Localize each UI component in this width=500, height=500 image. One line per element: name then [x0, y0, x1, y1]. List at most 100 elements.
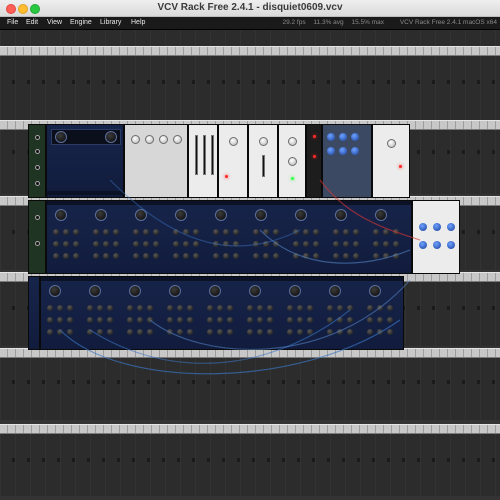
- knob[interactable]: [313, 241, 319, 247]
- knob[interactable]: [329, 285, 341, 297]
- knob[interactable]: [339, 147, 347, 155]
- knob[interactable]: [137, 317, 143, 323]
- jack[interactable]: [35, 241, 40, 246]
- knob[interactable]: [333, 253, 339, 259]
- knob[interactable]: [57, 329, 63, 335]
- knob[interactable]: [263, 253, 269, 259]
- module-white-fader[interactable]: [188, 124, 218, 198]
- knob[interactable]: [153, 241, 159, 247]
- knob[interactable]: [143, 253, 149, 259]
- menu-library[interactable]: Library: [100, 17, 121, 29]
- knob[interactable]: [333, 229, 339, 235]
- knob[interactable]: [303, 253, 309, 259]
- menu-edit[interactable]: Edit: [26, 17, 38, 29]
- knob[interactable]: [53, 241, 59, 247]
- knob[interactable]: [227, 329, 233, 335]
- knob[interactable]: [105, 131, 117, 143]
- knob[interactable]: [93, 253, 99, 259]
- knob[interactable]: [113, 253, 119, 259]
- knob[interactable]: [393, 241, 399, 247]
- knob[interactable]: [313, 253, 319, 259]
- knob[interactable]: [133, 253, 139, 259]
- knob[interactable]: [129, 285, 141, 297]
- knob[interactable]: [89, 285, 101, 297]
- knob[interactable]: [63, 241, 69, 247]
- knob[interactable]: [233, 241, 239, 247]
- knob[interactable]: [351, 133, 359, 141]
- knob[interactable]: [127, 317, 133, 323]
- knob[interactable]: [447, 223, 455, 231]
- module-white-mixer-a[interactable]: [218, 124, 248, 198]
- knob[interactable]: [433, 223, 441, 231]
- knob[interactable]: [257, 329, 263, 335]
- knob[interactable]: [135, 209, 147, 221]
- knob[interactable]: [367, 329, 373, 335]
- knob[interactable]: [177, 329, 183, 335]
- knob[interactable]: [193, 229, 199, 235]
- knob[interactable]: [217, 317, 223, 323]
- knob[interactable]: [153, 253, 159, 259]
- knob[interactable]: [47, 317, 53, 323]
- knob[interactable]: [133, 241, 139, 247]
- knob[interactable]: [113, 229, 119, 235]
- knob[interactable]: [353, 241, 359, 247]
- knob[interactable]: [73, 229, 79, 235]
- knob[interactable]: [53, 253, 59, 259]
- knob[interactable]: [287, 317, 293, 323]
- knob[interactable]: [167, 317, 173, 323]
- module-grid-controller[interactable]: [322, 124, 372, 198]
- knob[interactable]: [217, 305, 223, 311]
- knob[interactable]: [233, 229, 239, 235]
- knob[interactable]: [215, 209, 227, 221]
- module-blue-sequencer-a[interactable]: [46, 124, 124, 198]
- knob[interactable]: [145, 135, 154, 144]
- knob[interactable]: [307, 317, 313, 323]
- knob[interactable]: [55, 131, 67, 143]
- knob[interactable]: [353, 229, 359, 235]
- knob[interactable]: [351, 147, 359, 155]
- knob[interactable]: [95, 209, 107, 221]
- knob[interactable]: [87, 317, 93, 323]
- knob[interactable]: [267, 329, 273, 335]
- knob[interactable]: [97, 317, 103, 323]
- knob[interactable]: [97, 329, 103, 335]
- knob[interactable]: [53, 229, 59, 235]
- knob[interactable]: [377, 317, 383, 323]
- menu-engine[interactable]: Engine: [70, 17, 92, 29]
- knob[interactable]: [273, 241, 279, 247]
- knob[interactable]: [183, 229, 189, 235]
- knob[interactable]: [187, 317, 193, 323]
- knob[interactable]: [233, 253, 239, 259]
- knob[interactable]: [87, 329, 93, 335]
- knob[interactable]: [369, 285, 381, 297]
- knob[interactable]: [93, 241, 99, 247]
- fader[interactable]: [211, 135, 214, 175]
- knob[interactable]: [229, 137, 238, 146]
- fader[interactable]: [203, 135, 206, 175]
- knob[interactable]: [297, 305, 303, 311]
- knob[interactable]: [347, 305, 353, 311]
- knob[interactable]: [303, 229, 309, 235]
- knob[interactable]: [223, 253, 229, 259]
- knob[interactable]: [249, 285, 261, 297]
- knob[interactable]: [343, 241, 349, 247]
- knob[interactable]: [327, 317, 333, 323]
- knob[interactable]: [343, 253, 349, 259]
- knob[interactable]: [337, 329, 343, 335]
- knob[interactable]: [137, 329, 143, 335]
- jack[interactable]: [35, 149, 40, 154]
- knob[interactable]: [337, 305, 343, 311]
- knob[interactable]: [173, 241, 179, 247]
- knob[interactable]: [63, 253, 69, 259]
- jack[interactable]: [35, 215, 40, 220]
- knob[interactable]: [213, 253, 219, 259]
- knob[interactable]: [447, 241, 455, 249]
- knob[interactable]: [193, 253, 199, 259]
- knob[interactable]: [193, 241, 199, 247]
- knob[interactable]: [295, 209, 307, 221]
- knob[interactable]: [263, 229, 269, 235]
- knob[interactable]: [47, 305, 53, 311]
- module-dark-narrow[interactable]: [306, 124, 322, 198]
- module-audio-output[interactable]: [28, 124, 46, 198]
- knob[interactable]: [327, 305, 333, 311]
